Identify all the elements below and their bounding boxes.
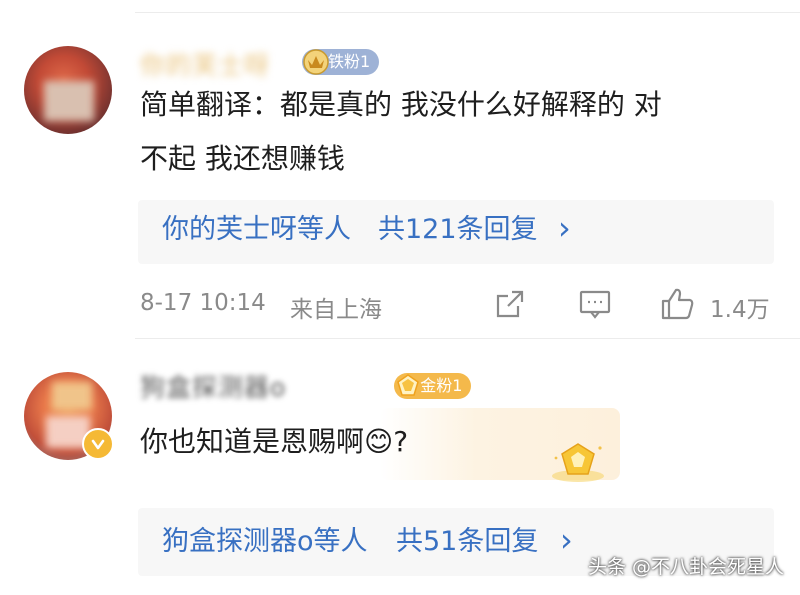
watermark: 头条 @不八卦会死星人 — [588, 556, 785, 578]
reply-summary[interactable]: 你的芙士呀等人 共121条回复 › — [138, 200, 774, 264]
comment-text: 简单翻译：都是真的 我没什么好解释的 对 不起 我还想赚钱 — [140, 88, 662, 175]
gem-icon — [392, 369, 424, 401]
fan-badge[interactable]: 铁粉1 — [302, 49, 380, 75]
username[interactable]: 你的芙士呀 — [140, 46, 270, 82]
like-count: 1.4万 — [710, 297, 770, 323]
badge-label: 铁粉1 — [328, 52, 371, 71]
star-gem-icon — [548, 440, 608, 484]
fan-badge[interactable]: 金粉1 — [394, 373, 472, 399]
crown-icon — [300, 45, 332, 77]
like-icon[interactable] — [660, 286, 696, 322]
badge-label: 金粉1 — [420, 376, 463, 395]
reply-names: 狗盒探测器o等人 — [162, 526, 368, 557]
avatar[interactable] — [24, 46, 112, 134]
timestamp: 8-17 10:14 — [140, 290, 266, 316]
chevron-right-icon: › — [560, 521, 573, 559]
top-divider — [135, 12, 800, 13]
comment-divider — [135, 338, 800, 339]
reply-count: 共121条回复 — [378, 214, 538, 245]
comment-text: 你也知道是恩赐啊😊? — [140, 425, 409, 458]
reply-names: 你的芙士呀等人 — [162, 214, 351, 245]
verified-badge-icon — [82, 428, 114, 460]
comment-icon[interactable] — [578, 288, 612, 322]
location: 来自上海 — [290, 297, 382, 323]
share-icon[interactable] — [494, 288, 526, 320]
username[interactable]: 狗盒探测器o — [140, 368, 286, 404]
chevron-right-icon: › — [558, 209, 571, 247]
reply-count: 共51条回复 — [396, 526, 539, 557]
